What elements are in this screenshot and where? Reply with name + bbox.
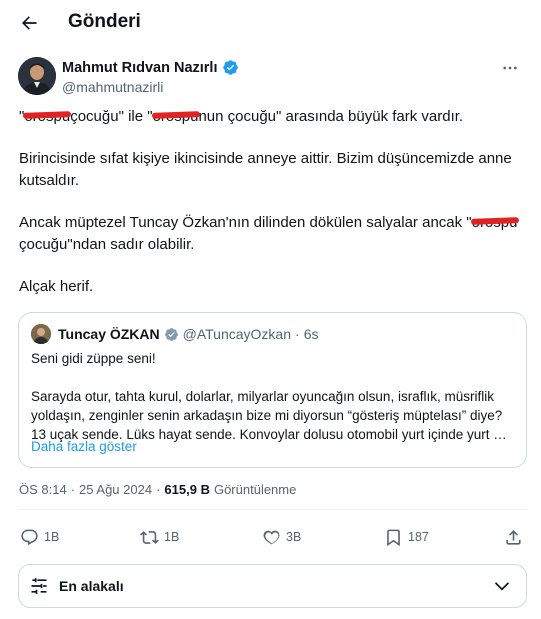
reply-count: 1B xyxy=(44,530,60,544)
bookmark-icon xyxy=(387,529,400,546)
quoted-tweet-body: Seni gidi züppe seni! Sarayda otur, taht… xyxy=(31,349,517,444)
quoted-tweet[interactable]: Tuncay ÖZKAN @ATuncayOzkan · 6s Seni gid… xyxy=(18,312,527,468)
tweet-date[interactable]: 25 Ağu 2024 xyxy=(79,482,152,497)
censored-word: orospu xyxy=(472,212,518,234)
text-span: Ancak müptezel Tuncay Özkan'nın dilinden… xyxy=(19,214,472,231)
separator-dot: · xyxy=(70,482,76,497)
tweet-meta: ÖS 8:14 · 25 Ağu 2024 · 615,9 B Görüntül… xyxy=(19,482,296,497)
quoted-line-1: Seni gidi züppe seni! xyxy=(31,351,156,366)
censored-word: orospu xyxy=(153,106,199,128)
show-more-link[interactable]: Daha fazla göster xyxy=(31,439,137,454)
tweet-time[interactable]: ÖS 8:14 xyxy=(19,482,67,497)
censored-word: orospu xyxy=(24,106,70,128)
repost-icon xyxy=(140,530,159,544)
quoted-line-2: Sarayda otur, tahta kurul, dolarlar, mil… xyxy=(31,389,507,442)
quoted-author-name: Tuncay ÖZKAN xyxy=(58,326,160,342)
quoted-author-avatar xyxy=(31,324,51,344)
text-span: nun çocuğu" arasında büyük fark vardır. xyxy=(198,108,464,125)
author-avatar[interactable] xyxy=(18,57,56,95)
arrow-left-icon xyxy=(22,16,37,30)
top-bar: Gönderi xyxy=(0,0,541,46)
views-label: Görüntülenme xyxy=(213,482,297,497)
tweet-actions: 1B 1B 3B 187 xyxy=(18,522,527,552)
author-name-text: Mahmut Rıdvan Nazırlı xyxy=(62,59,218,76)
reply-icon xyxy=(21,529,38,545)
verified-badge-gray-icon xyxy=(164,327,178,341)
tweet-text: "orospuçocuğu" ile "orospunun çocuğu" ar… xyxy=(19,106,524,298)
share-button[interactable] xyxy=(504,522,523,552)
sort-label: En alakalı xyxy=(59,578,124,594)
quoted-tweet-time: 6s xyxy=(303,326,319,342)
tweet-paragraph-2: Birincisinde sıfat kişiye ikincisinde an… xyxy=(19,150,512,189)
like-button[interactable]: 3B xyxy=(262,522,301,552)
tweet-paragraph-3: Ancak müptezel Tuncay Özkan'nın dilinden… xyxy=(19,212,524,256)
page-title: Gönderi xyxy=(68,11,141,32)
text-span: çocuğu" ile " xyxy=(70,108,153,125)
sliders-icon xyxy=(31,578,47,594)
divider xyxy=(18,509,527,510)
quoted-author-handle: @ATuncayOzkan xyxy=(182,326,292,342)
views-count: 615,9 B xyxy=(164,482,210,497)
back-button[interactable] xyxy=(12,6,46,40)
heart-icon xyxy=(263,530,280,544)
share-icon xyxy=(506,529,521,545)
separator-dot: · xyxy=(156,482,161,497)
tweet-paragraph-4: Alçak herif. xyxy=(19,278,94,295)
quoted-tweet-header: Tuncay ÖZKAN @ATuncayOzkan · 6s xyxy=(31,323,318,345)
repost-count: 1B xyxy=(164,530,180,544)
reply-button[interactable]: 1B xyxy=(20,522,59,552)
bookmark-button[interactable]: 187 xyxy=(384,522,429,552)
reply-sort-dropdown[interactable]: En alakalı xyxy=(18,564,527,608)
author-handle[interactable]: @mahmutnazirli xyxy=(62,79,163,95)
more-options-button[interactable] xyxy=(497,55,523,81)
chevron-down-icon xyxy=(494,582,510,591)
separator-dot: · xyxy=(295,326,300,342)
repost-button[interactable]: 1B xyxy=(140,522,179,552)
author-name[interactable]: Mahmut Rıdvan Nazırlı xyxy=(62,59,239,76)
text-span: çocuğu"ndan sadır olabilir. xyxy=(19,236,195,253)
like-count: 3B xyxy=(286,530,302,544)
tweet-paragraph-1: "orospuçocuğu" ile "orospunun çocuğu" ar… xyxy=(19,106,524,128)
tweet-author: Mahmut Rıdvan Nazırlı @mahmutnazirli xyxy=(18,55,523,99)
more-dots-icon xyxy=(503,66,517,70)
verified-badge-icon xyxy=(222,60,238,75)
bookmark-count: 187 xyxy=(408,530,429,544)
